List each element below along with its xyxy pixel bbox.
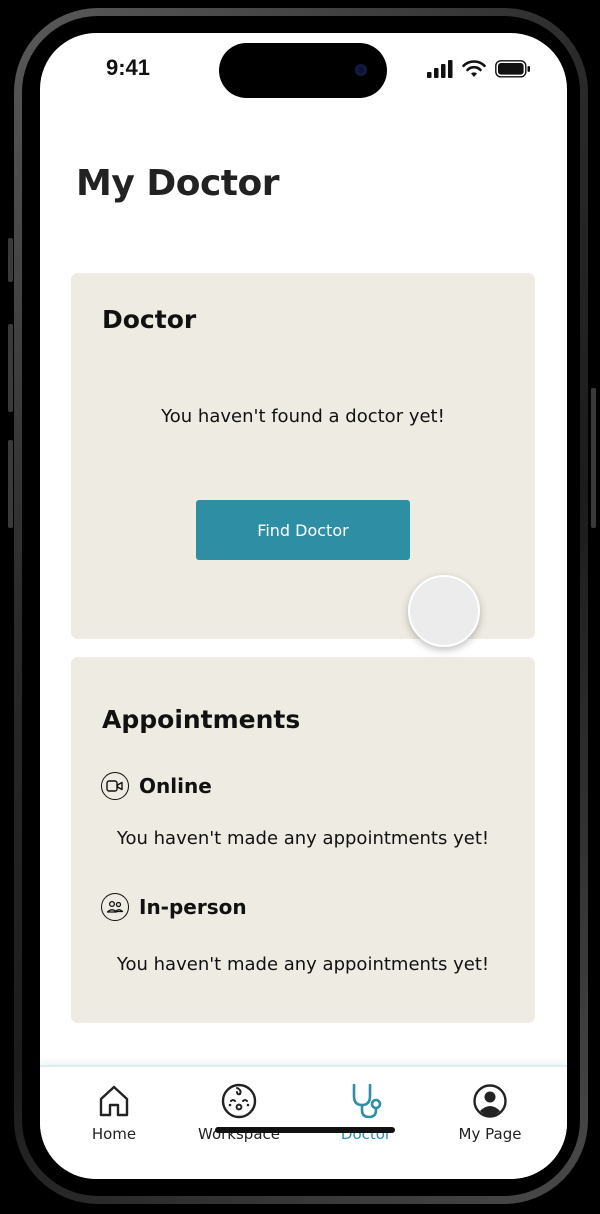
tab-home-label: Home [91, 1125, 137, 1143]
in-person-label: In-person [139, 895, 247, 919]
power-button [591, 388, 596, 528]
wifi-icon [462, 60, 486, 77]
page-title: My Doctor [76, 163, 279, 204]
home-icon [94, 1081, 134, 1121]
online-label: Online [139, 774, 212, 798]
people-icon [101, 893, 129, 921]
volume-up-button [8, 324, 13, 412]
touch-indicator [408, 575, 480, 647]
online-appointments-header: Online [101, 772, 212, 800]
doctor-card-title: Doctor [102, 305, 197, 334]
tab-doctor[interactable]: Doctor [311, 1081, 421, 1143]
tab-my-page[interactable]: My Page [435, 1081, 545, 1143]
in-person-empty-message: You haven't made any appointments yet! [116, 954, 490, 975]
video-camera-icon [101, 772, 129, 800]
tab-home[interactable]: Home [59, 1081, 169, 1143]
find-doctor-button[interactable]: Find Doctor [196, 500, 410, 560]
status-bar: 9:41 [40, 33, 567, 113]
front-camera-icon [355, 64, 367, 76]
tab-my-page-label: My Page [458, 1125, 522, 1143]
dynamic-island [219, 43, 387, 98]
battery-icon [495, 60, 530, 78]
baby-face-icon [219, 1081, 259, 1121]
appointments-card: Appointments Online You haven't made any… [71, 657, 535, 1023]
appointments-card-title: Appointments [102, 705, 301, 734]
stethoscope-icon [346, 1081, 386, 1121]
online-empty-message: You haven't made any appointments yet! [116, 828, 490, 849]
status-time: 9:41 [106, 55, 151, 80]
user-circle-icon [470, 1081, 510, 1121]
in-person-appointments-header: In-person [101, 893, 247, 921]
bottom-tab-bar: Home Workspace Doctor My Page [40, 1065, 567, 1179]
volume-down-button [8, 440, 13, 528]
status-icons [427, 59, 531, 79]
doctor-empty-message: You haven't found a doctor yet! [161, 406, 445, 427]
tab-workspace[interactable]: Workspace [184, 1081, 294, 1143]
action-button [8, 238, 13, 282]
home-indicator [215, 1127, 395, 1133]
app-screen: 9:41 My Doctor Doctor You haven't found … [40, 33, 567, 1179]
signal-icon [427, 60, 453, 78]
